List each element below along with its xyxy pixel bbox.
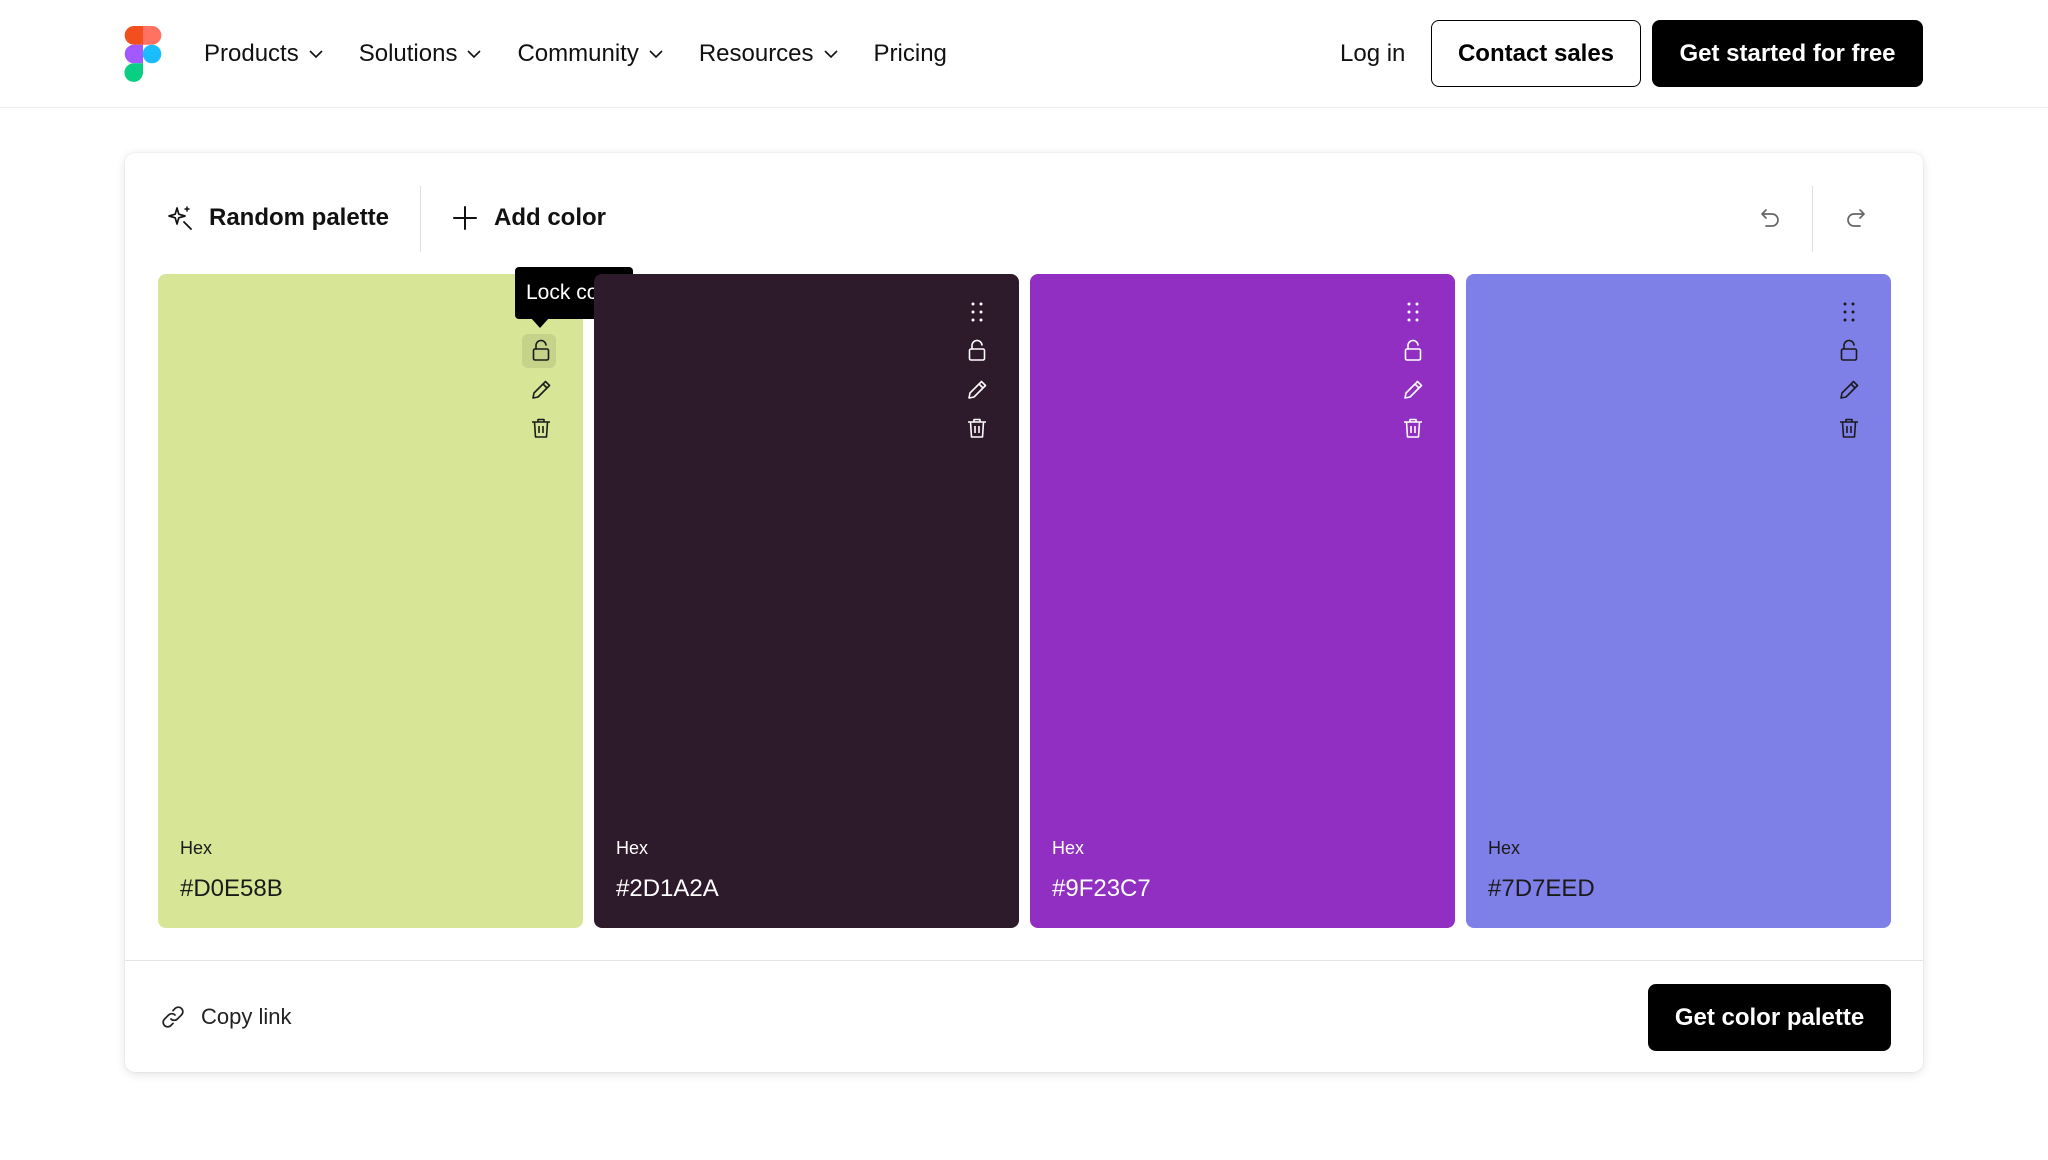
pencil-icon[interactable] <box>528 377 554 403</box>
pencil-icon[interactable] <box>964 377 990 403</box>
chevron-down-icon <box>467 50 482 59</box>
drag-handle-icon[interactable] <box>1836 299 1862 325</box>
hex-label: Hex <box>180 838 213 858</box>
chevron-down-icon <box>649 50 663 59</box>
nav-community-label: Community <box>517 40 639 67</box>
nav-resources[interactable]: Resources <box>699 40 840 68</box>
nav-resources-label: Resources <box>698 40 814 67</box>
random-palette-button[interactable]: Random palette <box>165 203 389 233</box>
chevron-down-icon <box>309 50 323 59</box>
main-nav: Products Solutions Community Resources P… <box>204 0 981 108</box>
redo-icon[interactable] <box>1843 204 1871 232</box>
nav-products[interactable]: Products <box>204 40 325 68</box>
footer-divider <box>125 960 1923 961</box>
history-divider <box>1812 186 1813 252</box>
drag-handle-icon[interactable] <box>964 299 990 325</box>
nav-community[interactable]: Community <box>517 40 664 68</box>
plus-icon <box>453 206 477 230</box>
color-swatch[interactable]: Hex #2D1A2A <box>594 274 1019 928</box>
hex-value[interactable]: #7D7EED <box>1488 875 1595 903</box>
get-color-palette-button[interactable]: Get color palette <box>1648 984 1891 1051</box>
trash-icon[interactable] <box>964 415 990 441</box>
drag-handle-icon[interactable] <box>1400 299 1426 325</box>
sparkle-icon <box>168 206 192 230</box>
random-palette-label: Random palette <box>209 204 390 231</box>
lock-icon[interactable] <box>964 338 990 364</box>
chevron-down-icon <box>823 50 838 59</box>
link-icon <box>162 1006 184 1028</box>
hex-label: Hex <box>1488 838 1521 858</box>
pencil-icon[interactable] <box>1836 377 1862 403</box>
undo-icon[interactable] <box>1755 204 1783 232</box>
add-color-button[interactable]: Add color <box>450 203 606 233</box>
get-started-button[interactable]: Get started for free <box>1652 20 1923 87</box>
lock-icon[interactable] <box>1400 338 1426 364</box>
copy-link-label: Copy link <box>201 1004 292 1029</box>
pencil-icon[interactable] <box>1400 377 1426 403</box>
color-swatch[interactable]: Hex #7D7EED <box>1466 274 1891 928</box>
hex-label: Hex <box>616 838 649 858</box>
color-swatch[interactable]: Hex #D0E58B Lock color <box>158 267 633 928</box>
hex-value[interactable]: #9F23C7 <box>1052 875 1151 903</box>
hex-label: Hex <box>1052 838 1085 858</box>
nav-solutions[interactable]: Solutions <box>359 40 484 68</box>
nav-pricing-label: Pricing <box>873 40 947 67</box>
hex-value[interactable]: #D0E58B <box>180 875 283 903</box>
lock-icon[interactable] <box>528 338 554 364</box>
nav-solutions-label: Solutions <box>358 40 458 67</box>
toolbar-divider <box>420 186 421 252</box>
copy-link-button[interactable]: Copy link <box>159 1003 291 1031</box>
figma-logo-icon[interactable] <box>124 26 162 82</box>
add-color-label: Add color <box>494 204 606 231</box>
tooltip-arrow <box>531 318 549 328</box>
trash-icon[interactable] <box>528 415 554 441</box>
color-swatch[interactable]: Hex #9F23C7 <box>1030 274 1455 928</box>
contact-sales-button[interactable]: Contact sales <box>1431 20 1641 87</box>
nav-pricing[interactable]: Pricing <box>874 40 947 68</box>
trash-icon[interactable] <box>1400 415 1426 441</box>
lock-icon[interactable] <box>1836 338 1862 364</box>
trash-icon[interactable] <box>1836 415 1862 441</box>
hex-value[interactable]: #2D1A2A <box>616 875 719 903</box>
login-link[interactable]: Log in <box>1340 0 1405 108</box>
palette-generator-card: Random palette Add color Hex #D0E58B Loc… <box>125 153 1923 1072</box>
nav-products-label: Products <box>204 40 299 67</box>
top-navigation: Products Solutions Community Resources P… <box>0 0 2048 108</box>
